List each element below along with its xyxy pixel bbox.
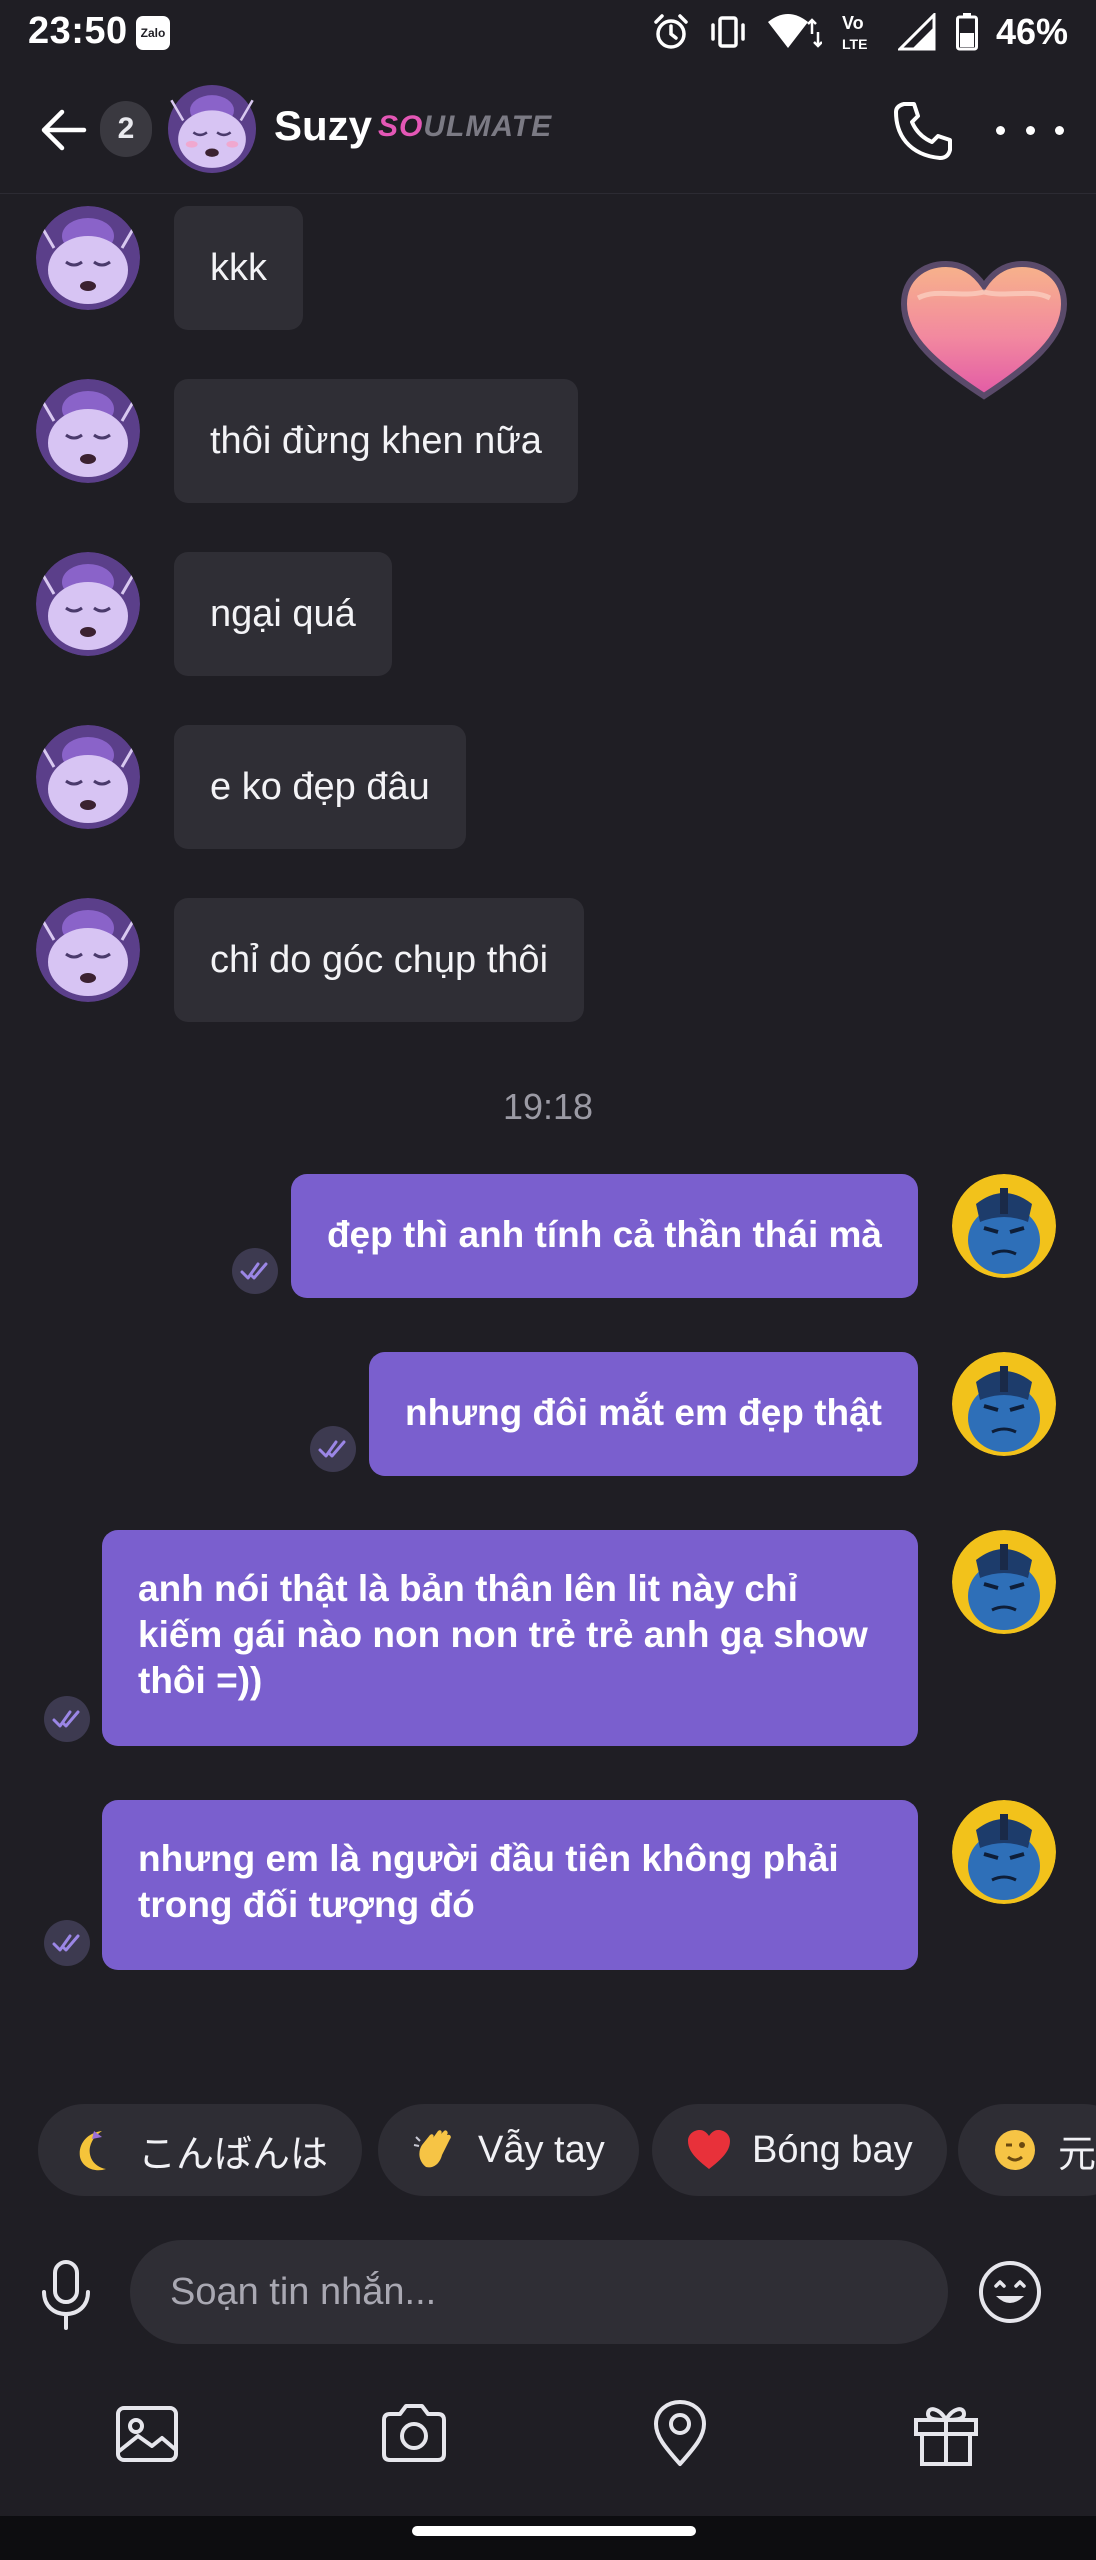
read-receipt-icon (44, 1920, 90, 1966)
voice-call-button[interactable] (890, 98, 956, 164)
voice-message-button[interactable] (36, 2258, 96, 2332)
my-avatar[interactable] (952, 1530, 1056, 1634)
soulmate-badge-suffix: ULMATE (423, 110, 553, 143)
quick-reply-label: Vẫy tay (478, 2128, 605, 2171)
incoming-message-bubble[interactable]: e ko đẹp đâu (174, 725, 466, 849)
status-icons: Vo LTE 46% (652, 10, 1068, 54)
more-dot-icon (996, 125, 1005, 135)
camera-button[interactable] (378, 2398, 450, 2470)
system-navigation-bar (0, 2516, 1096, 2560)
waving-hand-icon (413, 2130, 451, 2168)
incoming-message-bubble[interactable]: chỉ do góc chụp thôi (174, 898, 585, 1022)
contact-avatar[interactable] (168, 85, 256, 173)
smiley-face-icon (979, 2261, 1041, 2323)
my-avatar[interactable] (952, 1174, 1056, 1278)
signal-icon (897, 13, 936, 51)
sender-avatar[interactable] (36, 379, 140, 483)
red-heart-icon (688, 2130, 730, 2169)
incoming-message-bubble[interactable]: kkk (174, 206, 303, 330)
chat-header: 2 Suzy SOULMATE (0, 64, 1096, 194)
sender-avatar[interactable] (36, 552, 140, 656)
outgoing-message-bubble[interactable]: đẹp thì anh tính cả thần thái mà (290, 1174, 918, 1298)
status-time: 23:50 (28, 10, 128, 52)
location-pin-icon (654, 2400, 706, 2466)
quick-reply-label: こんばんは (138, 2133, 329, 2176)
status-bar: 23:50 Zalo Vo LTE 46% (0, 0, 1096, 64)
camera-icon (382, 2404, 446, 2462)
battery-icon (955, 13, 978, 51)
read-receipt-icon (232, 1248, 278, 1294)
wifi-icon (767, 14, 822, 48)
sender-avatar[interactable] (36, 206, 140, 310)
battery-percent: 46% (995, 11, 1068, 52)
my-avatar[interactable] (952, 1352, 1056, 1456)
vibrate-icon (711, 16, 745, 48)
incoming-message-bubble[interactable]: thôi đừng khen nữa (174, 379, 578, 503)
phone-icon (894, 102, 952, 160)
zalo-notification-icon: Zalo (136, 16, 170, 50)
crescent-moon-icon (79, 2131, 106, 2171)
svg-text:Vo: Vo (842, 13, 864, 33)
home-indicator[interactable] (412, 2526, 696, 2536)
soulmate-heart-button[interactable] (898, 258, 1070, 404)
more-options-button[interactable] (996, 108, 1064, 152)
message-timestamp: 19:18 (502, 1086, 594, 1127)
more-dot-icon (1025, 125, 1035, 135)
gift-button[interactable] (910, 2398, 982, 2470)
location-button[interactable] (644, 2398, 716, 2470)
volte-icon: Vo LTE (842, 13, 867, 52)
emoji-button[interactable] (976, 2258, 1044, 2326)
outgoing-message-bubble[interactable]: anh nói thật là bản thân lên lit này chỉ… (102, 1530, 918, 1746)
gallery-button[interactable] (112, 2398, 184, 2470)
quick-reply-chip[interactable]: Vẫy tay (378, 2104, 639, 2196)
incoming-message-bubble[interactable]: ngại quá (174, 552, 392, 676)
soulmate-badge: SOULMATE (378, 110, 552, 144)
quick-reply-bar[interactable]: こんばんは Vẫy tay Bóng bay 元 (0, 2098, 1096, 2198)
back-button[interactable] (36, 102, 92, 158)
my-avatar[interactable] (952, 1800, 1056, 1904)
quick-reply-chip[interactable]: こんばんは (38, 2104, 363, 2196)
attachment-toolbar (0, 2380, 1096, 2490)
svg-text:LTE: LTE (842, 36, 867, 52)
read-receipt-icon (310, 1426, 356, 1472)
microphone-icon (42, 2260, 90, 2330)
sender-avatar[interactable] (36, 898, 140, 1002)
read-receipt-icon (44, 1696, 90, 1742)
winking-face-icon (995, 2130, 1035, 2170)
quick-reply-chip[interactable]: Bóng bay (652, 2104, 947, 2196)
message-list[interactable]: kkk thôi đừng khen nữa ngại quá e ko đẹp… (0, 196, 1096, 2076)
heart-icon (900, 260, 1068, 400)
more-dot-icon (1055, 125, 1064, 135)
message-composer (0, 2218, 1096, 2364)
unread-count-badge: 2 (100, 101, 152, 157)
quick-reply-label: 元 (1058, 2133, 1096, 2176)
contact-name[interactable]: Suzy (274, 102, 372, 150)
soulmate-badge-prefix: SO (378, 110, 424, 143)
quick-reply-label: Bóng bay (752, 2128, 913, 2171)
message-input[interactable] (130, 2240, 948, 2344)
gift-icon (914, 2407, 978, 2466)
quick-reply-chip[interactable]: 元 (958, 2104, 1096, 2196)
outgoing-message-bubble[interactable]: nhưng đôi mắt em đẹp thật (369, 1352, 918, 1476)
image-icon (116, 2406, 178, 2462)
arrow-left-icon (41, 109, 87, 151)
sender-avatar[interactable] (36, 725, 140, 829)
outgoing-message-bubble[interactable]: nhưng em là người đầu tiên không phải tr… (102, 1800, 918, 1970)
alarm-icon (654, 14, 688, 49)
